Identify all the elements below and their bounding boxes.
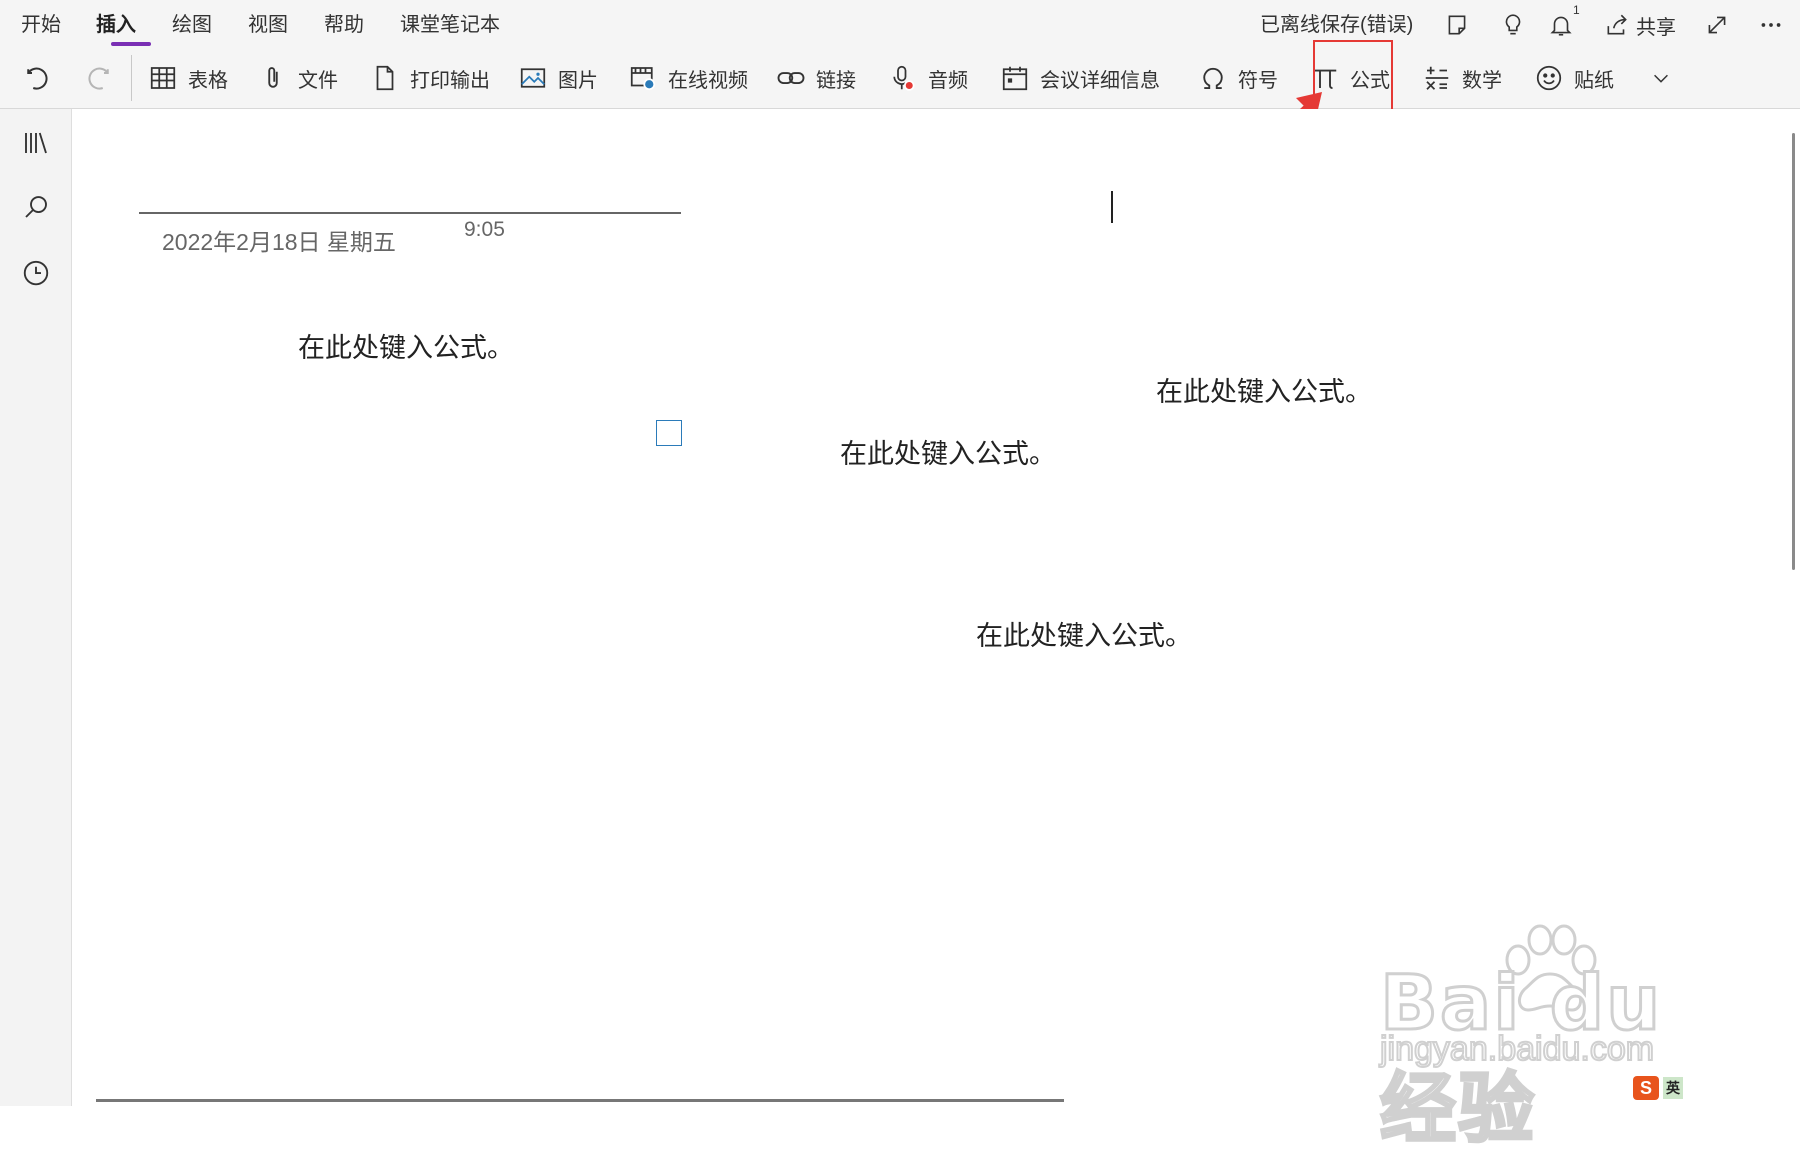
equation-placeholder[interactable]: 在此处键入公式。 xyxy=(1156,370,1372,409)
expand-icon[interactable] xyxy=(1700,8,1734,42)
left-navigation xyxy=(0,109,72,1106)
math-icon xyxy=(1425,66,1449,90)
table-label: 表格 xyxy=(188,69,228,92)
lightbulb-icon[interactable] xyxy=(1496,8,1530,42)
sticky-notes-icon[interactable] xyxy=(1440,8,1474,42)
recent-clock-icon[interactable] xyxy=(18,255,54,291)
ribbon: 开始 插入 绘图 视图 帮助 课堂笔记本 已离线保存(错误) 1 共享 表格 文… xyxy=(0,0,1800,109)
calendar-icon xyxy=(1002,66,1028,91)
meeting-details-label: 会议详细信息 xyxy=(1040,69,1160,92)
search-icon[interactable] xyxy=(18,189,54,225)
ime-language: 英 xyxy=(1663,1077,1683,1099)
active-tab-indicator xyxy=(111,42,151,46)
undo-icon xyxy=(27,67,48,90)
insert-file-button[interactable]: 文件 xyxy=(258,57,338,99)
tab-view[interactable]: 视图 xyxy=(248,12,288,38)
online-video-label: 在线视频 xyxy=(668,69,748,92)
printout-label: 打印输出 xyxy=(410,69,490,92)
sogou-ime-icon: S xyxy=(1633,1076,1659,1100)
text-cursor xyxy=(1111,191,1113,223)
online-video-icon xyxy=(630,67,656,91)
share-label: 共享 xyxy=(1636,16,1676,39)
table-icon xyxy=(150,67,176,89)
redo-icon xyxy=(88,67,109,90)
page-date: 2022年2月18日 星期五 xyxy=(162,229,396,255)
link-label: 链接 xyxy=(816,69,856,92)
insert-meeting-details-button[interactable]: 会议详细信息 xyxy=(1000,57,1160,99)
tab-home[interactable]: 开始 xyxy=(21,12,61,38)
math-label: 数学 xyxy=(1462,69,1502,92)
equation-placeholder[interactable]: 在此处键入公式。 xyxy=(976,614,1192,653)
tab-class-notebook[interactable]: 课堂笔记本 xyxy=(400,12,500,38)
toolbar-more-button[interactable] xyxy=(1650,57,1672,99)
undo-button[interactable] xyxy=(22,57,52,99)
insert-picture-button[interactable]: 图片 xyxy=(518,57,598,99)
horizontal-scrollbar[interactable] xyxy=(96,1099,1064,1102)
onenote-window: 开始 插入 绘图 视图 帮助 课堂笔记本 已离线保存(错误) 1 共享 表格 文… xyxy=(0,0,1800,1155)
toolbar-divider xyxy=(131,55,132,101)
tab-help[interactable]: 帮助 xyxy=(324,12,364,38)
page-title-underline xyxy=(139,212,681,214)
insert-audio-button[interactable]: 音频 xyxy=(888,57,968,99)
insert-table-button[interactable]: 表格 xyxy=(148,57,228,99)
notebooks-icon[interactable] xyxy=(18,125,54,161)
notification-count: 1 xyxy=(1573,3,1580,17)
picture-icon xyxy=(520,68,546,88)
sync-status[interactable]: 已离线保存(错误) xyxy=(1260,12,1413,38)
tab-draw[interactable]: 绘图 xyxy=(172,12,212,38)
watermark-url: jingyan.baidu.com xyxy=(1379,1029,1655,1069)
insert-sticker-button[interactable]: 贴纸 xyxy=(1534,57,1614,99)
equation-placeholder[interactable]: 在此处键入公式。 xyxy=(298,326,514,365)
share-icon xyxy=(1607,14,1627,35)
picture-label: 图片 xyxy=(558,69,598,92)
paperclip-icon xyxy=(268,67,278,88)
page-time: 9:05 xyxy=(464,218,505,241)
file-label: 文件 xyxy=(298,69,338,92)
container-handle[interactable] xyxy=(656,420,682,446)
share-button[interactable]: 共享 xyxy=(1604,8,1676,42)
math-button[interactable]: 数学 xyxy=(1422,57,1502,99)
symbol-label: 符号 xyxy=(1238,69,1278,92)
redo-button[interactable] xyxy=(84,57,114,99)
audio-label: 音频 xyxy=(928,69,968,92)
insert-link-button[interactable]: 链接 xyxy=(776,57,856,99)
omega-icon xyxy=(1203,67,1223,89)
document-icon xyxy=(376,65,394,91)
link-icon xyxy=(777,72,805,84)
vertical-scrollbar[interactable] xyxy=(1792,133,1795,570)
equation-placeholder[interactable]: 在此处键入公式。 xyxy=(840,432,1056,471)
sticker-label: 贴纸 xyxy=(1574,69,1614,92)
tab-insert[interactable]: 插入 xyxy=(96,12,136,38)
insert-online-video-button[interactable]: 在线视频 xyxy=(628,57,748,99)
more-options-icon[interactable] xyxy=(1754,8,1788,42)
smiley-icon xyxy=(1536,65,1562,91)
chevron-down-icon xyxy=(1654,74,1668,83)
baidu-watermark: Bai du经验 jingyan.baidu.com xyxy=(1379,918,1720,1155)
ime-indicator[interactable]: S 英 xyxy=(1633,1076,1683,1100)
microphone-icon xyxy=(893,65,915,91)
insert-printout-button[interactable]: 打印输出 xyxy=(370,57,490,99)
